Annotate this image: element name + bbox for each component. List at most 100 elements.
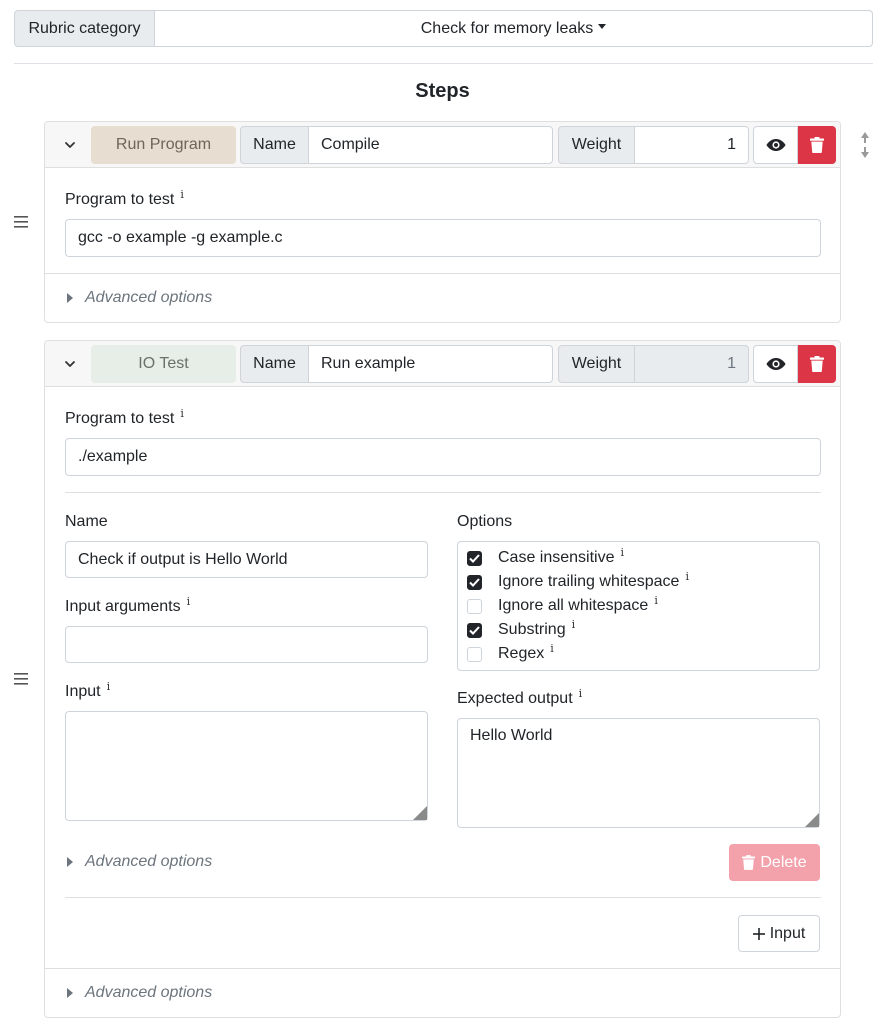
checkbox-unchecked[interactable] bbox=[467, 646, 482, 662]
step-card-io-test: IO Test Name Run example Weight 1 Progra… bbox=[44, 340, 841, 1018]
step-name-input[interactable]: Run example bbox=[308, 345, 553, 383]
info-icon[interactable]: i bbox=[107, 680, 111, 693]
checkbox-checked[interactable] bbox=[467, 622, 482, 638]
expected-field-label: Expected output i bbox=[457, 687, 583, 708]
rubric-category-group: Rubric category Check for memory leaks bbox=[14, 10, 873, 47]
step-name-label: Name bbox=[240, 345, 309, 383]
test-name-label: Name bbox=[65, 513, 108, 530]
caret-right-icon bbox=[67, 857, 73, 867]
step-weight-label: Weight bbox=[558, 126, 635, 164]
caret-down-icon bbox=[598, 24, 607, 29]
delete-step-button[interactable] bbox=[798, 126, 836, 164]
info-icon[interactable]: i bbox=[180, 407, 184, 420]
advanced-options-toggle[interactable]: Advanced options bbox=[67, 853, 212, 871]
info-icon[interactable]: i bbox=[621, 546, 625, 559]
info-icon[interactable]: i bbox=[654, 594, 658, 607]
input-arguments-input[interactable] bbox=[65, 626, 428, 663]
expected-output-label: Expected output bbox=[457, 690, 573, 707]
option-regex[interactable]: Regex i bbox=[467, 642, 554, 665]
expected-output-value: Hello World bbox=[470, 727, 553, 744]
rubric-category-label: Rubric category bbox=[14, 10, 155, 47]
chevron-down-icon[interactable] bbox=[61, 136, 79, 154]
step-weight-label: Weight bbox=[558, 345, 635, 383]
check-icon bbox=[469, 577, 480, 587]
checkbox-checked[interactable] bbox=[467, 574, 482, 590]
preview-button[interactable] bbox=[753, 345, 798, 383]
step-header: Run Program Name Compile Weight 1 bbox=[45, 122, 840, 168]
resize-grip-icon[interactable] bbox=[805, 813, 819, 827]
drag-handle-icon[interactable] bbox=[14, 216, 28, 228]
option-label: Case insensitive bbox=[498, 549, 615, 566]
step-card-run-program: Run Program Name Compile Weight 1 Progra… bbox=[44, 121, 841, 323]
plus-icon bbox=[752, 927, 765, 940]
step-name-input[interactable]: Compile bbox=[308, 126, 553, 164]
step-name-label: Name bbox=[240, 126, 309, 164]
program-field-label: Program to test i bbox=[65, 407, 184, 428]
delete-test-button[interactable]: Delete bbox=[729, 844, 820, 881]
info-icon[interactable]: i bbox=[187, 595, 191, 608]
chevron-down-icon[interactable] bbox=[61, 355, 79, 373]
advanced-options-label: Advanced options bbox=[85, 984, 213, 1001]
input-label: Input bbox=[65, 683, 101, 700]
option-label: Regex bbox=[498, 645, 545, 662]
option-case-insensitive[interactable]: Case insensitive i bbox=[467, 546, 625, 569]
drag-handle-icon[interactable] bbox=[14, 673, 28, 685]
rubric-category-value: Check for memory leaks bbox=[420, 19, 594, 37]
delete-step-button[interactable] bbox=[798, 345, 836, 383]
program-field-label: Program to test i bbox=[65, 188, 184, 209]
trash-icon bbox=[810, 137, 824, 153]
divider bbox=[45, 968, 840, 969]
advanced-options-toggle[interactable]: Advanced options bbox=[67, 289, 212, 307]
step-type-badge: IO Test bbox=[91, 345, 236, 383]
rubric-category-dropdown[interactable]: Check for memory leaks bbox=[155, 10, 873, 47]
input-arguments-label: Input arguments bbox=[65, 598, 181, 615]
step-weight-input[interactable]: 1 bbox=[634, 126, 749, 164]
check-icon bbox=[469, 553, 480, 563]
delete-label: Delete bbox=[760, 853, 807, 871]
test-name-input[interactable]: Check if output is Hello World bbox=[65, 541, 428, 578]
info-icon[interactable]: i bbox=[685, 570, 689, 583]
eye-icon bbox=[766, 358, 785, 370]
sort-arrows-icon[interactable] bbox=[860, 132, 870, 158]
options-box: Case insensitive i Ignore trailing whites… bbox=[457, 541, 820, 671]
program-input[interactable]: ./example bbox=[65, 438, 821, 476]
caret-right-icon bbox=[67, 293, 73, 303]
input-textarea[interactable] bbox=[65, 711, 428, 821]
step-type-badge: Run Program bbox=[91, 126, 236, 164]
info-icon[interactable]: i bbox=[550, 642, 554, 655]
input-field-label: Input i bbox=[65, 680, 111, 701]
option-label: Substring bbox=[498, 621, 566, 638]
add-input-button[interactable]: Input bbox=[738, 915, 820, 952]
info-icon[interactable]: i bbox=[572, 618, 576, 631]
expected-output-textarea[interactable]: Hello World bbox=[457, 718, 820, 828]
option-ignore-all-whitespace[interactable]: Ignore all whitespace i bbox=[467, 594, 658, 617]
step-header: IO Test Name Run example Weight 1 bbox=[45, 341, 840, 387]
option-label: Ignore trailing whitespace bbox=[498, 573, 680, 590]
trash-icon bbox=[810, 356, 824, 372]
program-label: Program to test bbox=[65, 410, 175, 427]
divider bbox=[65, 897, 821, 898]
args-field-label: Input arguments i bbox=[65, 595, 191, 616]
option-ignore-trailing-whitespace[interactable]: Ignore trailing whitespace i bbox=[467, 570, 689, 593]
info-icon[interactable]: i bbox=[180, 188, 184, 201]
advanced-options-label: Advanced options bbox=[85, 853, 213, 870]
option-substring[interactable]: Substring i bbox=[467, 618, 576, 641]
info-icon[interactable]: i bbox=[579, 687, 583, 700]
resize-grip-icon[interactable] bbox=[413, 806, 427, 820]
program-label: Program to test bbox=[65, 191, 175, 208]
eye-icon bbox=[766, 139, 785, 151]
checkbox-checked[interactable] bbox=[467, 550, 482, 566]
advanced-options-toggle[interactable]: Advanced options bbox=[67, 984, 212, 1002]
option-label: Ignore all whitespace bbox=[498, 597, 649, 614]
checkbox-unchecked[interactable] bbox=[467, 598, 482, 614]
check-icon bbox=[469, 625, 480, 635]
options-label: Options bbox=[457, 513, 513, 530]
caret-right-icon bbox=[67, 988, 73, 998]
trash-icon bbox=[742, 855, 756, 870]
divider bbox=[65, 492, 821, 493]
program-input[interactable]: gcc -o example -g example.c bbox=[65, 219, 821, 257]
step-weight-input[interactable]: 1 bbox=[634, 345, 749, 383]
steps-title: Steps bbox=[415, 80, 470, 102]
preview-button[interactable] bbox=[753, 126, 798, 164]
advanced-options-label: Advanced options bbox=[85, 289, 213, 306]
